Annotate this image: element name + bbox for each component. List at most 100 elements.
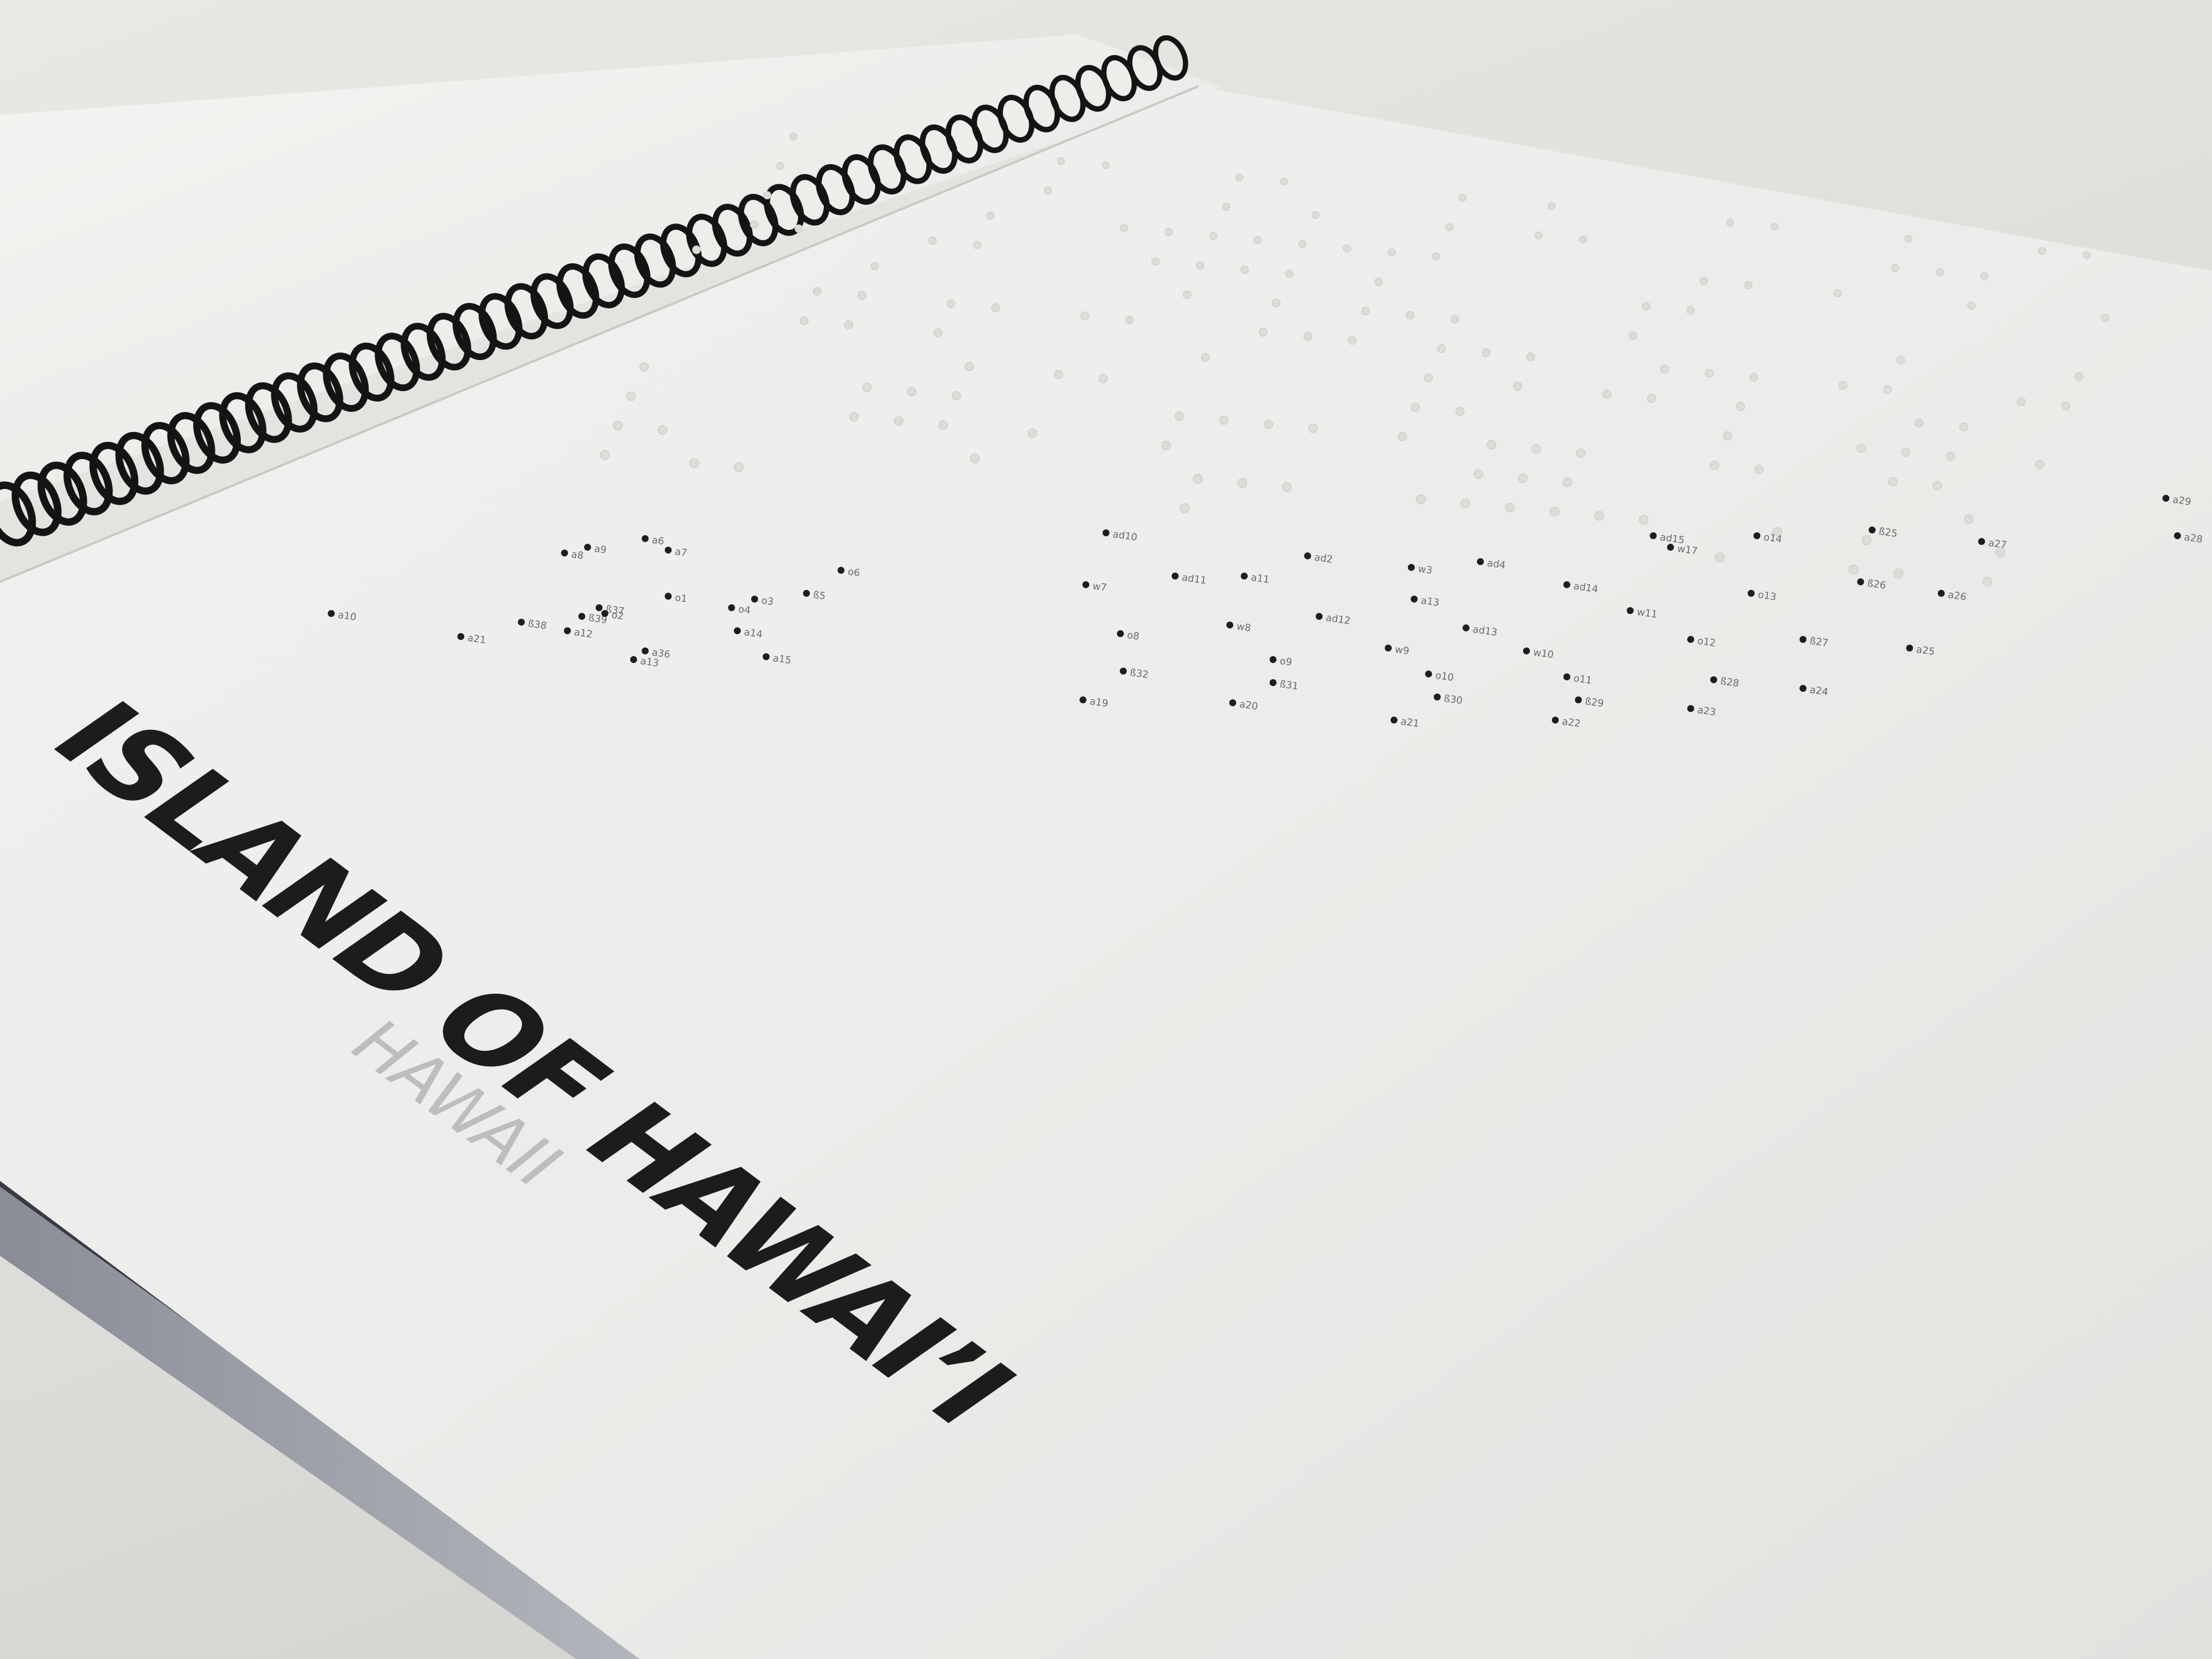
map-point-dot: [1117, 630, 1124, 637]
map-point-dot: [578, 613, 585, 620]
map-point-dot: [1316, 613, 1323, 620]
map-point-dot: [1800, 685, 1806, 692]
braille-dot: [1101, 161, 1110, 169]
braille-dot: [763, 191, 772, 200]
braille-dot: [1946, 452, 1956, 461]
map-point-dot: [518, 619, 525, 626]
braille-dot: [1437, 344, 1446, 353]
braille-dot: [1980, 272, 1988, 281]
map-point-label: o6: [847, 566, 861, 579]
map-point-label: o1: [674, 592, 688, 605]
braille-dot: [2082, 251, 2091, 259]
map-point-label: a8: [570, 549, 584, 562]
braille-dot: [1749, 373, 1759, 382]
map-point-dot: [1408, 564, 1415, 571]
braille-dot: [1057, 157, 1065, 165]
map-point-dot: [601, 610, 608, 617]
braille-dot: [1219, 415, 1229, 425]
braille-dot: [1282, 482, 1292, 493]
braille-dot: [1280, 177, 1288, 185]
map-point-dot: [1627, 607, 1634, 614]
map-point-dot: [457, 633, 464, 640]
map-point-label: o8: [1126, 630, 1140, 643]
braille-dot: [2035, 460, 2044, 469]
braille-dot: [613, 421, 623, 431]
map-point-label: a6: [651, 535, 665, 548]
map-point-dot: [1477, 558, 1484, 565]
map-point-dot: [1226, 622, 1233, 628]
braille-dot: [1575, 448, 1586, 458]
braille-dot: [1710, 460, 1719, 470]
map-point-dot: [584, 544, 591, 551]
map-point-dot: [1857, 578, 1864, 585]
braille-dot: [2101, 313, 2109, 322]
braille-dot: [1594, 510, 1604, 521]
map-point-dot: [1385, 645, 1392, 652]
map-point-dot: [2174, 532, 2181, 539]
braille-dot: [1183, 290, 1192, 300]
braille-dot: [1099, 374, 1108, 384]
map-point-dot: [1241, 573, 1248, 579]
braille-dot: [1964, 514, 1974, 524]
map-point-label: w8: [1236, 621, 1251, 634]
braille-dot: [1838, 381, 1847, 390]
braille-dot: [946, 299, 956, 308]
map-point-dot: [1523, 647, 1530, 654]
braille-dot: [986, 211, 995, 220]
map-point-label: o2: [611, 609, 624, 623]
map-point-label: w9: [1394, 644, 1410, 657]
braille-dot: [1124, 315, 1134, 325]
braille-dot: [1967, 301, 1976, 310]
braille-dot: [933, 328, 942, 338]
braille-dot: [812, 287, 822, 296]
map-point-label: w3: [1417, 563, 1433, 577]
braille-dot: [1303, 332, 1312, 341]
map-point-dot: [1391, 717, 1397, 724]
braille-dot: [1343, 244, 1351, 253]
braille-dot: [1080, 311, 1089, 321]
braille-dot: [1209, 232, 1218, 240]
map-point-dot: [1425, 671, 1432, 677]
map-point-dot: [1463, 624, 1469, 631]
braille-dot: [964, 362, 974, 372]
map-point-dot: [1103, 529, 1109, 536]
map-point-dot: [561, 550, 568, 556]
map-point-dot: [1710, 676, 1717, 683]
map-point-dot: [734, 627, 741, 634]
map-point-dot: [803, 590, 810, 597]
braille-dot: [1936, 268, 1944, 276]
braille-dot: [1179, 503, 1190, 514]
braille-dot: [689, 458, 699, 468]
braille-dot: [907, 387, 916, 397]
braille-dot: [794, 224, 803, 233]
braille-dot: [1579, 235, 1588, 244]
map-point-dot: [1906, 645, 1913, 652]
map-point-dot: [1563, 673, 1570, 680]
braille-dot: [1642, 302, 1650, 311]
map-point-dot: [1667, 544, 1674, 551]
braille-dot: [1714, 552, 1725, 563]
braille-dot: [2061, 401, 2071, 411]
braille-dot: [2017, 397, 2026, 407]
braille-dot: [928, 236, 937, 245]
braille-dot: [1914, 418, 1924, 428]
braille-dot: [1647, 393, 1656, 403]
braille-dot: [1298, 240, 1307, 249]
braille-dot: [1455, 407, 1465, 416]
braille-dot: [1450, 315, 1459, 324]
braille-dot: [1200, 353, 1210, 362]
braille-dot: [789, 132, 798, 141]
map-point-label: a9: [593, 543, 607, 556]
braille-dot: [973, 241, 982, 249]
braille-dot: [1505, 502, 1515, 513]
braille-dot: [600, 450, 610, 460]
braille-dot: [1896, 355, 1905, 365]
map-point-dot: [665, 593, 672, 600]
braille-dot: [1686, 306, 1695, 315]
map-point-dot: [642, 647, 649, 654]
braille-dot: [1460, 498, 1471, 509]
braille-dot: [1547, 202, 1556, 210]
braille-dot: [1857, 443, 1866, 453]
map-point-label: a7: [674, 546, 688, 559]
braille-dot: [1891, 264, 1900, 272]
